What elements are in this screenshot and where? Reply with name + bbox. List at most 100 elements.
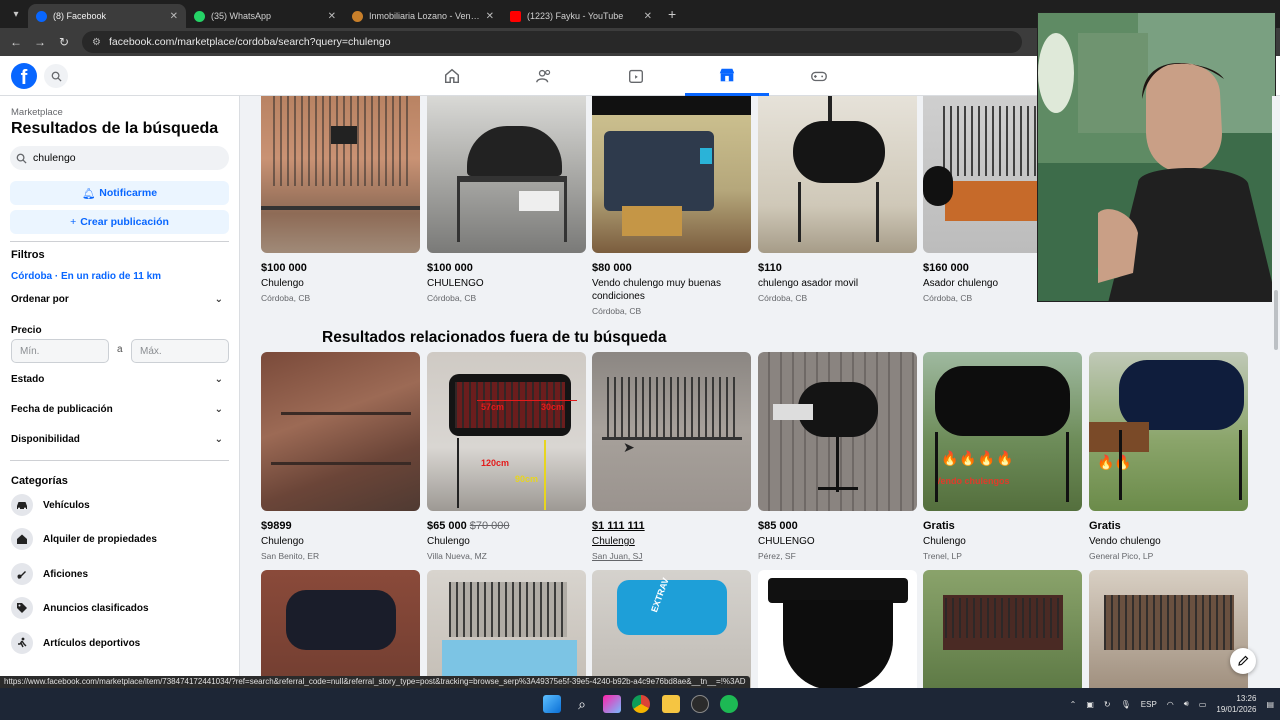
- tab-youtube[interactable]: (1223) Fayku - YouTube ✕: [502, 4, 660, 28]
- chrome-icon[interactable]: [632, 695, 650, 713]
- listing-card[interactable]: $100 000 CHULENGO Córdoba, CB: [427, 96, 587, 303]
- listing-card[interactable]: [758, 570, 918, 688]
- listing-photo[interactable]: [261, 352, 420, 511]
- sidebar-kicker[interactable]: Marketplace: [11, 107, 63, 118]
- chevron-up-icon[interactable]: ⌃: [1070, 700, 1077, 709]
- wifi-icon[interactable]: ◠: [1167, 700, 1174, 709]
- url-text: facebook.com/marketplace/cordoba/search?…: [108, 36, 391, 48]
- language-indicator[interactable]: ESP: [1141, 700, 1157, 709]
- new-message-button[interactable]: [1230, 648, 1256, 674]
- battery-icon[interactable]: ▭: [1199, 700, 1207, 709]
- nav-home[interactable]: [410, 56, 494, 96]
- listing-photo[interactable]: [758, 352, 917, 511]
- availability-dropdown[interactable]: Disponibilidad ⌄: [11, 434, 223, 445]
- system-clock[interactable]: 13:26 19/01/2026: [1216, 693, 1256, 715]
- listing-card[interactable]: [923, 570, 1083, 688]
- notifications-icon[interactable]: ▤: [1266, 700, 1274, 709]
- listing-photo[interactable]: [427, 96, 586, 253]
- listing-card[interactable]: 🔥🔥🔥🔥 Vendo chulengos Gratis Chulengo Tre…: [923, 352, 1083, 561]
- listing-card[interactable]: [1089, 570, 1249, 688]
- listing-photo[interactable]: [758, 96, 917, 253]
- site-info-icon[interactable]: ⚙: [92, 37, 101, 48]
- listing-price: $110: [758, 262, 782, 274]
- listing-card[interactable]: $110 chulengo asador movil Córdoba, CB: [758, 96, 918, 303]
- back-icon[interactable]: ←: [4, 35, 28, 49]
- tab-whatsapp[interactable]: (35) WhatsApp ✕: [186, 4, 344, 28]
- listing-photo[interactable]: [1089, 570, 1248, 688]
- listing-card[interactable]: $9899 Chulengo San Benito, ER: [261, 352, 421, 561]
- price-max-input[interactable]: Máx.: [131, 339, 229, 363]
- listing-photo[interactable]: [592, 96, 751, 253]
- tab-inmobiliaria[interactable]: Inmobiliaria Lozano - Venta y A ✕: [344, 4, 502, 28]
- listing-card[interactable]: $85 000 CHULENGO Pérez, SF: [758, 352, 918, 561]
- category-classifieds[interactable]: Anuncios clasificados: [11, 596, 149, 620]
- price-min-input[interactable]: Mín.: [11, 339, 109, 363]
- file-explorer-icon[interactable]: [662, 695, 680, 713]
- tab-facebook[interactable]: (8) Facebook ✕: [28, 4, 186, 28]
- reload-icon[interactable]: ↻: [52, 35, 76, 49]
- listing-location: General Pico, LP: [1089, 551, 1154, 561]
- listing-photo[interactable]: [758, 570, 917, 688]
- nav-friends[interactable]: [502, 56, 586, 96]
- webcam-person-image: [1038, 13, 1275, 301]
- listing-photo[interactable]: EXTRAV: [592, 570, 751, 688]
- notify-button[interactable]: 🔔︎ Notificarme: [10, 181, 229, 205]
- microphone-icon[interactable]: 🎙︎: [1121, 700, 1131, 709]
- volume-icon[interactable]: 🔊︎: [1184, 699, 1189, 709]
- date-listed-dropdown[interactable]: Fecha de publicación ⌄: [11, 404, 223, 415]
- listing-card[interactable]: $100 000 Chulengo Córdoba, CB: [261, 96, 421, 303]
- category-label: Alquiler de propiedades: [43, 533, 157, 545]
- sync-icon[interactable]: ↻: [1104, 700, 1111, 709]
- listing-price: $1 111 111: [592, 520, 752, 532]
- close-tab-icon[interactable]: ✕: [486, 11, 494, 22]
- windows-start-icon[interactable]: [543, 695, 561, 713]
- category-vehicles[interactable]: Vehículos: [11, 493, 90, 517]
- forward-icon[interactable]: →: [28, 35, 52, 49]
- listing-card[interactable]: 57cm 30cm 120cm 90cm $65 000 $70 000 Chul…: [427, 352, 587, 561]
- listing-card[interactable]: ➤ $1 111 111 Chulengo San Juan, SJ: [592, 352, 752, 561]
- url-field[interactable]: ⚙ facebook.com/marketplace/cordoba/searc…: [82, 31, 1022, 53]
- divider: [10, 460, 229, 461]
- listing-photo[interactable]: 🔥🔥: [1089, 352, 1248, 511]
- listing-photo[interactable]: ➤: [592, 352, 751, 511]
- listing-card[interactable]: [261, 570, 421, 688]
- category-property-rentals[interactable]: Alquiler de propiedades: [11, 527, 157, 551]
- nav-gaming[interactable]: [777, 56, 861, 96]
- page-scrollbar[interactable]: [1272, 96, 1280, 688]
- listing-card[interactable]: EXTRAV: [592, 570, 752, 688]
- create-listing-button[interactable]: + Crear publicación: [10, 210, 229, 234]
- facebook-search-button[interactable]: [44, 64, 68, 88]
- webcam-overlay: [1037, 12, 1276, 302]
- listing-photo[interactable]: 🔥🔥🔥🔥 Vendo chulengos: [923, 352, 1082, 511]
- sort-dropdown[interactable]: Ordenar por ⌄: [11, 294, 223, 305]
- marketplace-search-input[interactable]: chulengo: [10, 146, 229, 170]
- location-filter-link[interactable]: Córdoba · En un radio de 11 km: [11, 271, 161, 282]
- close-tab-icon[interactable]: ✕: [328, 11, 336, 22]
- whatsapp-favicon-icon: [194, 10, 205, 22]
- listing-card[interactable]: [427, 570, 587, 688]
- close-tab-icon[interactable]: ✕: [644, 11, 652, 22]
- tab-label: (8) Facebook: [53, 11, 107, 21]
- tray-app-icon[interactable]: ▣: [1086, 700, 1094, 709]
- category-hobbies[interactable]: Aficiones: [11, 562, 88, 586]
- facebook-logo-icon[interactable]: f: [11, 63, 37, 89]
- listing-card[interactable]: $80 000 Vendo chulengo muy buenas condic…: [592, 96, 752, 316]
- search-icon[interactable]: ⌕: [573, 695, 591, 713]
- close-tab-icon[interactable]: ✕: [170, 11, 178, 22]
- spotify-icon[interactable]: [720, 695, 738, 713]
- scrollbar-thumb[interactable]: [1274, 290, 1278, 350]
- category-sporting-goods[interactable]: Artículos deportivos: [11, 631, 140, 655]
- listing-photo[interactable]: 57cm 30cm 120cm 90cm: [427, 352, 586, 511]
- listing-photo[interactable]: [261, 96, 420, 253]
- listing-photo[interactable]: [923, 570, 1082, 688]
- copilot-icon[interactable]: [603, 695, 621, 713]
- listing-photo[interactable]: [261, 570, 420, 688]
- condition-dropdown[interactable]: Estado ⌄: [11, 374, 223, 385]
- listing-photo[interactable]: [427, 570, 586, 688]
- listing-card[interactable]: 🔥🔥 Gratis Vendo chulengo General Pico, L…: [1089, 352, 1249, 561]
- nav-watch[interactable]: [594, 56, 678, 96]
- nav-marketplace[interactable]: [685, 56, 769, 96]
- new-tab-icon[interactable]: +: [668, 6, 676, 22]
- tab-search-menu-icon[interactable]: ▾: [4, 4, 28, 24]
- obs-icon[interactable]: [691, 695, 709, 713]
